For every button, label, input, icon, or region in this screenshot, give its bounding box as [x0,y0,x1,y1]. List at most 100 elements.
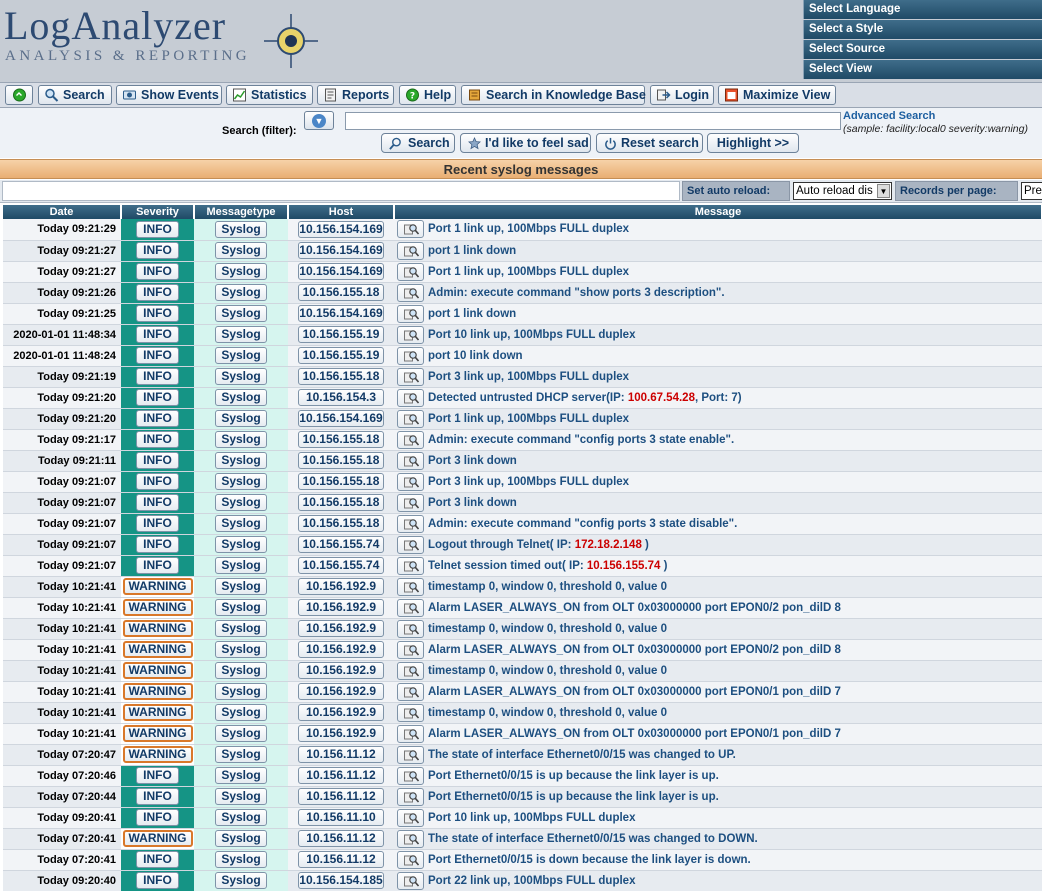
severity-badge[interactable]: INFO [136,515,179,532]
severity-badge[interactable]: INFO [136,473,179,490]
messagetype-badge[interactable]: Syslog [215,662,267,679]
cell-message[interactable]: timestamp 0, window 0, threshold 0, valu… [394,618,1042,640]
messagetype-badge[interactable]: Syslog [215,746,267,763]
messagetype-badge[interactable]: Syslog [215,347,267,364]
messagetype-badge[interactable]: Syslog [215,725,267,742]
cell-message[interactable]: Port 1 link up, 100Mbps FULL duplex [394,408,1042,430]
host-badge[interactable]: 10.156.192.9 [298,578,384,595]
cell-message[interactable]: timestamp 0, window 0, threshold 0, valu… [394,576,1042,598]
severity-badge[interactable]: INFO [136,389,179,406]
severity-badge[interactable]: INFO [136,788,179,805]
cell-message[interactable]: Port Ethernet0/0/15 is up because the li… [394,786,1042,808]
host-badge[interactable]: 10.156.192.9 [298,599,384,616]
messagetype-badge[interactable]: Syslog [215,683,267,700]
knowledge-base-button[interactable]: Search in Knowledge Base [461,85,646,105]
details-magnifier-button[interactable] [397,766,424,785]
host-badge[interactable]: 10.156.11.12 [298,767,384,784]
details-magnifier-button[interactable] [397,430,424,449]
host-badge[interactable]: 10.156.155.18 [298,515,384,532]
details-magnifier-button[interactable] [397,514,424,533]
cell-message[interactable]: Logout through Telnet( IP: 172.18.2.148 … [394,534,1042,556]
host-badge[interactable]: 10.156.154.169 [298,263,384,280]
host-badge[interactable]: 10.156.11.12 [298,746,384,763]
host-badge[interactable]: 10.156.192.9 [298,641,384,658]
severity-badge[interactable]: INFO [136,368,179,385]
messagetype-badge[interactable]: Syslog [215,220,267,238]
cell-message[interactable]: The state of interface Ethernet0/0/15 wa… [394,744,1042,766]
messagetype-badge[interactable]: Syslog [215,641,267,658]
cell-message[interactable]: Port 10 link up, 100Mbps FULL duplex [394,324,1042,346]
cell-message[interactable]: port 1 link down [394,240,1042,262]
cell-message[interactable]: Alarm LASER_ALWAYS_ON from OLT 0x0300000… [394,723,1042,745]
cell-message[interactable]: port 1 link down [394,303,1042,325]
login-button[interactable]: Login [650,85,714,105]
details-magnifier-button[interactable] [397,388,424,407]
host-badge[interactable]: 10.156.154.169 [298,242,384,259]
cell-message[interactable]: Port 22 link up, 100Mbps FULL duplex [394,870,1042,891]
cell-message[interactable]: Port 3 link up, 100Mbps FULL duplex [394,366,1042,388]
messagetype-badge[interactable]: Syslog [215,326,267,343]
statistics-button[interactable]: Statistics [226,85,313,105]
host-badge[interactable]: 10.156.11.12 [298,788,384,805]
messagetype-badge[interactable]: Syslog [215,452,267,469]
host-badge[interactable]: 10.156.192.9 [298,725,384,742]
column-header-host[interactable]: Host [288,205,395,219]
cell-message[interactable]: Alarm LASER_ALWAYS_ON from OLT 0x0300000… [394,681,1042,703]
severity-badge[interactable]: WARNING [122,704,193,721]
messagetype-badge[interactable]: Syslog [215,494,267,511]
details-magnifier-button[interactable] [397,745,424,764]
host-badge[interactable]: 10.156.155.18 [298,368,384,385]
severity-badge[interactable]: INFO [136,284,179,301]
severity-badge[interactable]: WARNING [122,830,193,847]
cell-message[interactable]: Port 3 link down [394,450,1042,472]
severity-badge[interactable]: INFO [136,242,179,259]
messagetype-badge[interactable]: Syslog [215,515,267,532]
severity-badge[interactable]: INFO [136,263,179,280]
cell-message[interactable]: Port 10 link up, 100Mbps FULL duplex [394,807,1042,829]
reset-search-button[interactable]: Reset search [596,133,703,153]
severity-badge[interactable]: WARNING [122,641,193,658]
cell-message[interactable]: Admin: execute command "config ports 3 s… [394,513,1042,535]
messagetype-badge[interactable]: Syslog [215,263,267,280]
details-magnifier-button[interactable] [397,304,424,323]
cell-message[interactable]: Port Ethernet0/0/15 is up because the li… [394,765,1042,787]
host-badge[interactable]: 10.156.155.18 [298,431,384,448]
severity-badge[interactable]: INFO [136,872,179,889]
details-magnifier-button[interactable] [397,619,424,638]
host-badge[interactable]: 10.156.11.12 [298,830,384,847]
host-badge[interactable]: 10.156.154.185 [298,872,384,889]
details-magnifier-button[interactable] [397,367,424,386]
host-badge[interactable]: 10.156.154.169 [298,220,384,238]
cell-message[interactable]: Detected untrusted DHCP server(IP: 100.6… [394,387,1042,409]
cell-message[interactable]: Port 1 link up, 100Mbps FULL duplex [394,261,1042,283]
host-badge[interactable]: 10.156.155.18 [298,494,384,511]
cell-message[interactable]: Port 1 link up, 100Mbps FULL duplex [394,219,1042,241]
host-badge[interactable]: 10.156.155.74 [298,557,384,574]
severity-badge[interactable]: INFO [136,220,179,238]
messagetype-badge[interactable]: Syslog [215,410,267,427]
host-badge[interactable]: 10.156.155.18 [298,284,384,301]
cell-message[interactable]: Alarm LASER_ALWAYS_ON from OLT 0x0300000… [394,597,1042,619]
messagetype-badge[interactable]: Syslog [215,536,267,553]
details-magnifier-button[interactable] [397,640,424,659]
messagetype-badge[interactable]: Syslog [215,305,267,322]
details-magnifier-button[interactable] [397,493,424,512]
severity-badge[interactable]: INFO [136,767,179,784]
details-magnifier-button[interactable] [397,220,424,239]
details-magnifier-button[interactable] [397,703,424,722]
cell-message[interactable]: Port 3 link down [394,492,1042,514]
host-badge[interactable]: 10.156.154.169 [298,305,384,322]
host-badge[interactable]: 10.156.155.74 [298,536,384,553]
details-magnifier-button[interactable] [397,451,424,470]
severity-badge[interactable]: INFO [136,347,179,364]
auto-reload-select[interactable]: Auto reload dis ▼ [793,182,892,200]
reports-button[interactable]: Reports [317,85,394,105]
severity-badge[interactable]: WARNING [122,599,193,616]
details-magnifier-button[interactable] [397,850,424,869]
details-magnifier-button[interactable] [397,829,424,848]
select-language-menu[interactable]: Select Language [803,0,1042,19]
messagetype-badge[interactable]: Syslog [215,704,267,721]
select-style-menu[interactable]: Select a Style [803,20,1042,39]
messagetype-badge[interactable]: Syslog [215,284,267,301]
severity-badge[interactable]: INFO [136,431,179,448]
